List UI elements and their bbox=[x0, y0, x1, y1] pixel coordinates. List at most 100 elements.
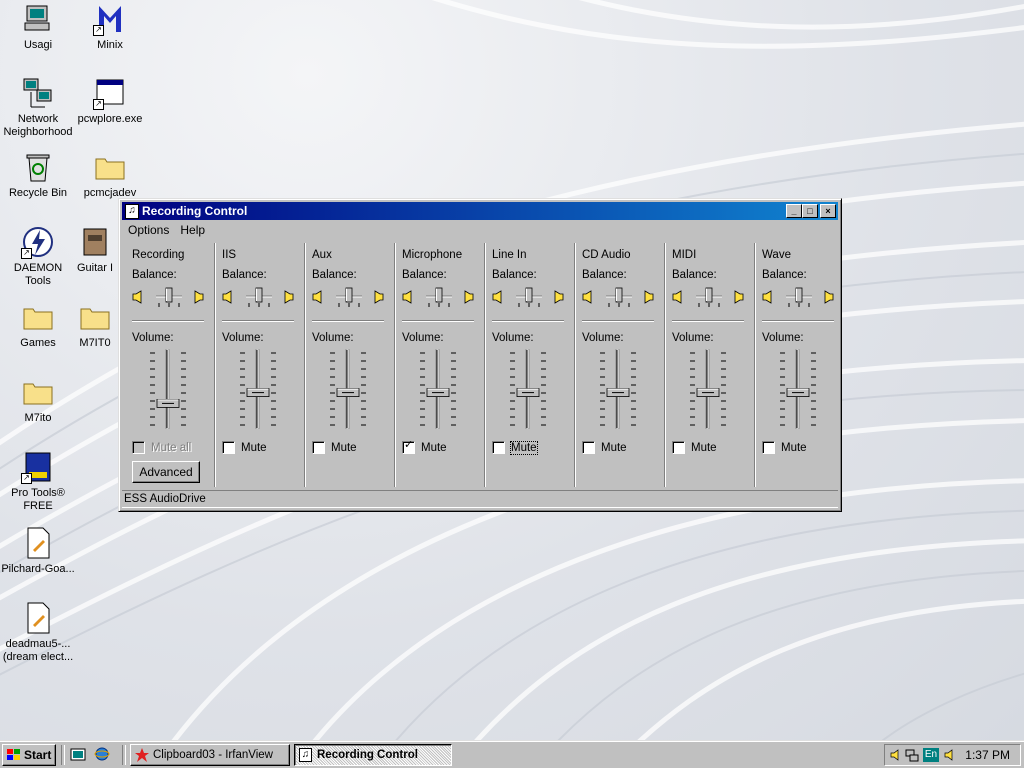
desktop-icon-pcwplore[interactable]: ↗ pcwplore.exe bbox=[72, 76, 148, 126]
balance-slider[interactable] bbox=[154, 286, 184, 312]
mute-checkbox[interactable]: Mute bbox=[582, 441, 627, 455]
close-button[interactable]: × bbox=[820, 204, 836, 218]
checkbox[interactable] bbox=[132, 441, 145, 454]
clock[interactable]: 1:37 PM bbox=[965, 748, 1010, 762]
desktop-icon-pilchard[interactable]: Pilchard-Goa... bbox=[0, 526, 76, 576]
irfanview-icon bbox=[135, 748, 149, 762]
desktop-icon-pcmcjadev[interactable]: pcmcjadev bbox=[72, 150, 148, 200]
network-tray-icon[interactable] bbox=[905, 748, 919, 765]
mute-checkbox[interactable]: Mute bbox=[222, 441, 267, 455]
balance-slider[interactable] bbox=[334, 286, 364, 312]
checkbox[interactable] bbox=[762, 441, 775, 454]
mute-label[interactable]: Mute bbox=[421, 442, 447, 454]
speaker-left-icon bbox=[312, 290, 322, 304]
desktop-icon-daemon-tools[interactable]: ↗ DAEMON Tools bbox=[0, 225, 76, 288]
volume-slider[interactable] bbox=[330, 349, 366, 429]
taskbar-button-irfanview[interactable]: Clipboard03 - IrfanView bbox=[130, 744, 290, 766]
taskbar-button-recording-control[interactable]: ♫ Recording Control bbox=[294, 744, 452, 766]
internet-explorer-icon[interactable] bbox=[94, 746, 110, 762]
application-icon: ↗ bbox=[93, 76, 127, 110]
volume-tray-icon[interactable] bbox=[889, 748, 903, 765]
balance-slider[interactable] bbox=[424, 286, 454, 312]
windows-logo-icon bbox=[7, 749, 20, 760]
start-button[interactable]: Start bbox=[2, 744, 56, 766]
desktop-icon-label: M7ito bbox=[24, 412, 52, 424]
mute-label[interactable]: Mute bbox=[510, 440, 538, 455]
volume-slider[interactable] bbox=[780, 349, 816, 429]
desktop-icon-games[interactable]: Games bbox=[0, 300, 76, 350]
shortcut-arrow-icon: ↗ bbox=[21, 473, 32, 484]
desktop-icon-network-neighborhood[interactable]: Network Neighborhood bbox=[0, 76, 76, 139]
recording-control-window[interactable]: ♫ Recording Control _ □ × Options Help Re… bbox=[118, 198, 842, 512]
volume-slider[interactable] bbox=[510, 349, 546, 429]
balance-label: Balance: bbox=[222, 269, 267, 281]
checkbox[interactable] bbox=[582, 441, 595, 454]
balance-slider[interactable] bbox=[694, 286, 724, 312]
speaker-tray-icon[interactable] bbox=[943, 748, 957, 765]
menu-bar: Options Help bbox=[122, 221, 838, 239]
checkbox[interactable]: ✓ bbox=[402, 439, 415, 454]
document-icon bbox=[21, 601, 55, 635]
pro-tools-icon: ↗ bbox=[21, 450, 55, 484]
mute-label[interactable]: Mute all bbox=[151, 442, 191, 454]
mute-label[interactable]: Mute bbox=[241, 442, 267, 454]
balance-control bbox=[492, 286, 564, 312]
checkbox[interactable] bbox=[222, 441, 235, 454]
balance-slider[interactable] bbox=[514, 286, 544, 312]
balance-label: Balance: bbox=[582, 269, 627, 281]
volume-slider[interactable] bbox=[240, 349, 276, 429]
desktop-icon-pro-tools[interactable]: ↗ Pro Tools® FREE bbox=[0, 450, 76, 513]
daemon-tools-icon: ↗ bbox=[21, 225, 55, 259]
balance-label: Balance: bbox=[132, 269, 177, 281]
menu-help[interactable]: Help bbox=[174, 221, 210, 237]
balance-slider[interactable] bbox=[784, 286, 814, 312]
mute-label[interactable]: Mute bbox=[691, 442, 717, 454]
divider bbox=[132, 320, 204, 322]
volume-slider[interactable] bbox=[150, 349, 186, 429]
balance-label: Balance: bbox=[312, 269, 357, 281]
volume-slider[interactable] bbox=[600, 349, 636, 429]
checkbox[interactable] bbox=[492, 441, 505, 454]
show-desktop-icon[interactable] bbox=[70, 746, 86, 762]
volume-slider[interactable] bbox=[690, 349, 726, 429]
desktop-icon-minix[interactable]: ↗ Minix bbox=[72, 2, 148, 52]
mixer-column: Line In Balance: Volume: Mute bbox=[484, 241, 574, 489]
mute-label[interactable]: Mute bbox=[781, 442, 807, 454]
title-bar[interactable]: ♫ Recording Control _ □ × bbox=[122, 202, 838, 220]
mute-checkbox[interactable]: ✓ Mute bbox=[402, 439, 447, 455]
volume-label: Volume: bbox=[132, 332, 174, 344]
mute-label[interactable]: Mute bbox=[331, 442, 357, 454]
desktop-icon-recycle-bin[interactable]: Recycle Bin bbox=[0, 150, 76, 200]
desktop-icon-label: Guitar I bbox=[76, 262, 114, 274]
checkbox[interactable] bbox=[312, 441, 325, 454]
desktop-icon-m7ito[interactable]: M7ito bbox=[0, 375, 76, 425]
speaker-right-icon bbox=[284, 290, 294, 304]
desktop-icon-deadmau5[interactable]: deadmau5-... (dream elect... bbox=[0, 601, 76, 664]
language-indicator[interactable]: En bbox=[923, 748, 939, 762]
desktop-icon-m7it0[interactable]: M7IT0 bbox=[72, 300, 118, 350]
mute-checkbox[interactable]: Mute bbox=[672, 441, 717, 455]
mute-checkbox[interactable]: Mute bbox=[762, 441, 807, 455]
column-divider bbox=[575, 243, 576, 487]
desktop-icon-usagi[interactable]: Usagi bbox=[0, 2, 76, 52]
mixer-icon[interactable]: ♫ bbox=[125, 204, 139, 219]
volume-label: Volume: bbox=[222, 332, 264, 344]
minimize-button[interactable]: _ bbox=[786, 204, 802, 218]
folder-icon bbox=[78, 300, 112, 334]
volume-slider[interactable] bbox=[420, 349, 456, 429]
mute-checkbox[interactable]: Mute bbox=[492, 440, 538, 455]
device-name: ESS AudioDrive bbox=[124, 493, 206, 505]
balance-slider[interactable] bbox=[244, 286, 274, 312]
mute-label[interactable]: Mute bbox=[601, 442, 627, 454]
computer-icon bbox=[21, 2, 55, 36]
mute-checkbox[interactable]: Mute bbox=[312, 441, 357, 455]
mute-checkbox[interactable]: Mute all bbox=[132, 441, 191, 455]
checkbox[interactable] bbox=[672, 441, 685, 454]
divider bbox=[762, 320, 834, 322]
balance-slider[interactable] bbox=[604, 286, 634, 312]
maximize-button[interactable]: □ bbox=[802, 204, 818, 218]
advanced-button[interactable]: Advanced bbox=[132, 461, 200, 483]
desktop-icon-guitar[interactable]: Guitar I bbox=[72, 225, 118, 275]
column-divider bbox=[395, 243, 396, 487]
menu-options[interactable]: Options bbox=[122, 221, 174, 237]
